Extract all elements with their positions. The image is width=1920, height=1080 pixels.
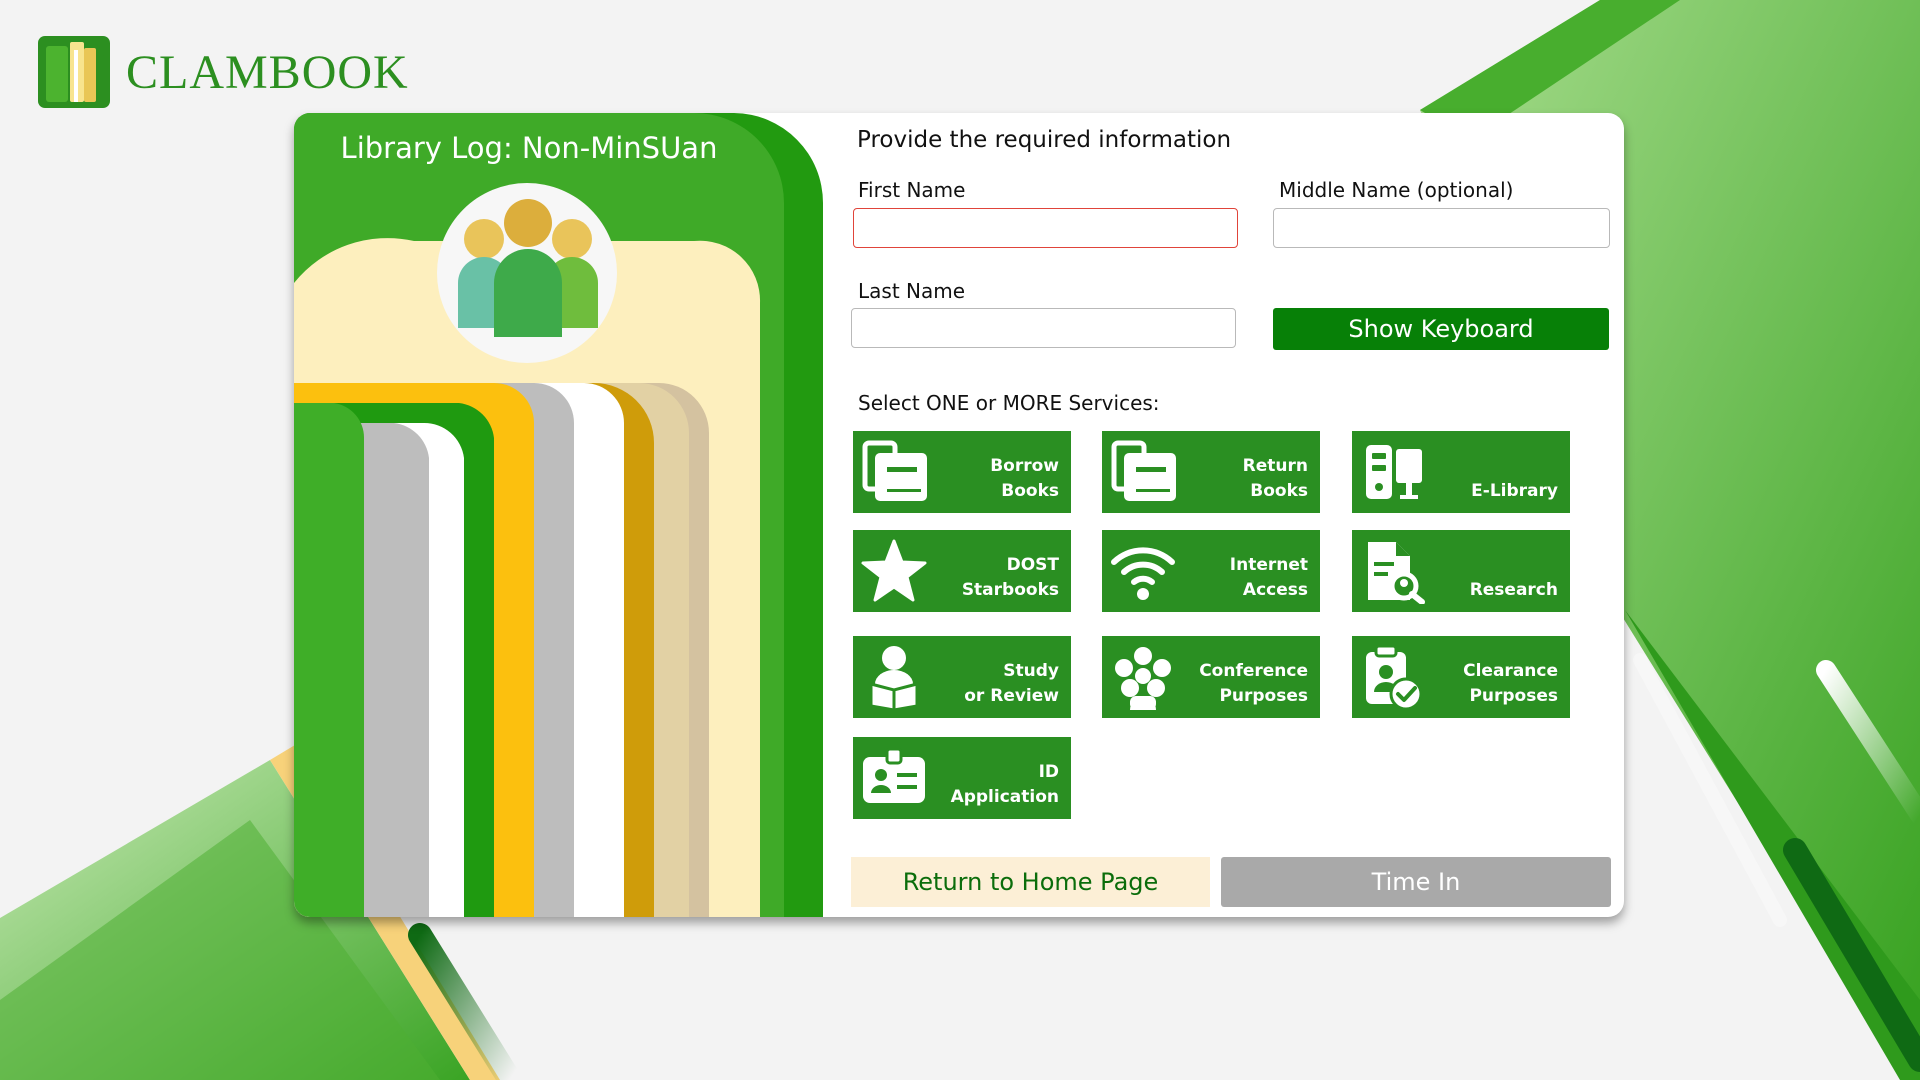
service-e-library[interactable]: E-Library <box>1352 431 1570 513</box>
service-internet-access[interactable]: Internet Access <box>1102 530 1320 612</box>
service-line2: E-Library <box>1471 481 1558 501</box>
service-line2: Books <box>1250 481 1308 501</box>
first-name-input[interactable] <box>853 208 1238 248</box>
service-id-application[interactable]: ID Application <box>853 737 1071 819</box>
last-name-label: Last Name <box>858 279 966 303</box>
service-line1: Conference <box>1199 661 1308 681</box>
service-line2: Books <box>1001 481 1059 501</box>
document-search-icon <box>1368 542 1425 604</box>
service-borrow-books[interactable]: Borrow Books <box>853 431 1071 513</box>
service-line2: Starbooks <box>961 580 1059 600</box>
id-card-icon <box>863 747 925 803</box>
service-line1: Borrow <box>990 456 1059 476</box>
service-line2: Purposes <box>1219 686 1308 706</box>
service-text: Research <box>1470 578 1558 603</box>
books-icon <box>862 440 927 501</box>
clambook-logo <box>38 36 110 108</box>
service-dost-starbooks[interactable]: DOST Starbooks <box>853 530 1071 612</box>
service-text: Internet Access <box>1230 553 1308 603</box>
log-form: Provide the required information First N… <box>823 113 1624 917</box>
people-icon <box>458 199 598 337</box>
service-text: ID Application <box>951 760 1059 810</box>
reader-icon <box>869 646 919 710</box>
service-line1: Internet <box>1229 555 1308 575</box>
service-text: Return Books <box>1243 454 1308 504</box>
service-line2: Access <box>1242 580 1308 600</box>
brand: CLAMBOOK <box>38 36 409 108</box>
service-research[interactable]: Research <box>1352 530 1570 612</box>
service-line1: Study <box>1003 661 1059 681</box>
group-icon <box>1115 647 1171 710</box>
panel-title: Library Log: Non-MinSUan <box>340 131 718 165</box>
middle-name-input[interactable] <box>1273 208 1610 248</box>
service-line1: ID <box>1038 762 1059 782</box>
books-icon <box>1111 440 1176 501</box>
service-line2: or Review <box>964 686 1059 706</box>
service-study-or-review[interactable]: Study or Review <box>853 636 1071 718</box>
brand-name: CLAMBOOK <box>126 45 409 99</box>
service-text: E-Library <box>1471 479 1558 504</box>
show-keyboard-button[interactable]: Show Keyboard <box>1273 308 1609 350</box>
bookshelf-illustration <box>294 113 823 917</box>
service-conference-purposes[interactable]: Conference Purposes <box>1102 636 1320 718</box>
return-home-button[interactable]: Return to Home Page <box>851 857 1210 907</box>
service-line2: Application <box>950 787 1059 807</box>
service-line2: Purposes <box>1469 686 1558 706</box>
last-name-input[interactable] <box>851 308 1236 348</box>
service-line1: Clearance <box>1463 661 1558 681</box>
clipboard-check-icon <box>1366 644 1423 710</box>
service-clearance-purposes[interactable]: Clearance Purposes <box>1352 636 1570 718</box>
service-return-books[interactable]: Return Books <box>1102 431 1320 513</box>
computer-icon <box>1366 445 1422 499</box>
form-heading: Provide the required information <box>857 127 1232 153</box>
service-text: Conference Purposes <box>1199 659 1308 709</box>
time-in-button[interactable]: Time In <box>1221 857 1611 907</box>
services-label: Select ONE or MORE Services: <box>858 391 1160 415</box>
service-text: DOST Starbooks <box>962 553 1059 603</box>
star-icon <box>861 539 927 602</box>
main-card: Library Log: Non-MinSUan Provide the req… <box>294 113 1624 917</box>
service-line1: DOST <box>1006 555 1059 575</box>
service-text: Clearance Purposes <box>1463 659 1558 709</box>
service-line2: Research <box>1469 580 1558 600</box>
illustration-panel: Library Log: Non-MinSUan <box>294 113 823 917</box>
middle-name-label: Middle Name (optional) <box>1279 178 1514 202</box>
service-line1: Return <box>1242 456 1308 476</box>
service-text: Borrow Books <box>990 454 1059 504</box>
wifi-icon <box>1111 547 1175 600</box>
first-name-label: First Name <box>858 178 966 202</box>
service-text: Study or Review <box>964 659 1059 709</box>
